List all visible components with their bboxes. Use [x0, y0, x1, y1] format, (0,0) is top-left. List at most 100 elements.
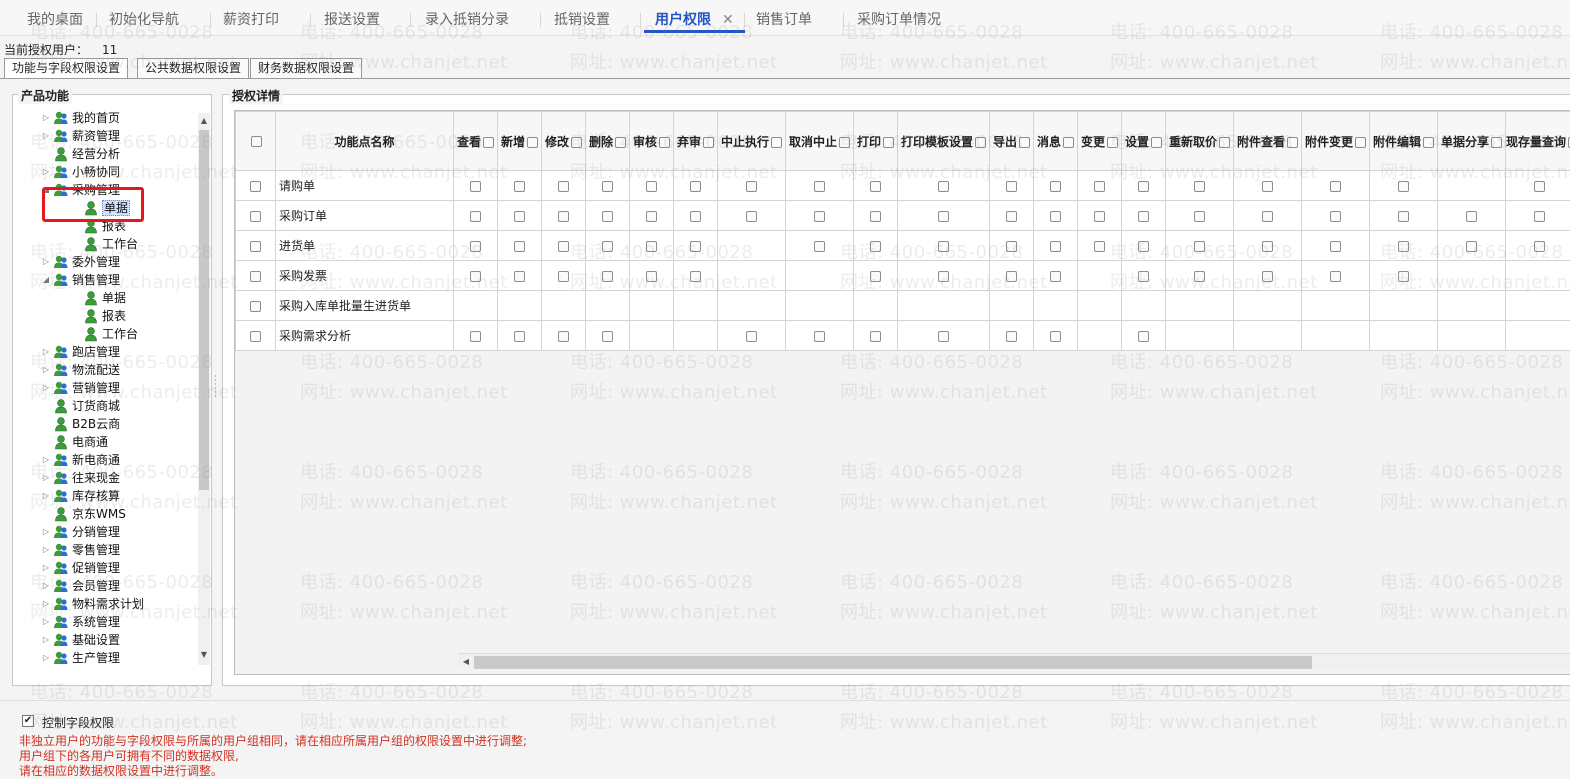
tree-node[interactable]: 报表 — [13, 307, 197, 325]
tab-offset-settings[interactable]: 抵销设置 — [554, 10, 610, 30]
tree-node[interactable]: ▷我的首页 — [13, 109, 197, 127]
permission-cell[interactable] — [586, 321, 630, 351]
permission-checkbox[interactable] — [1262, 241, 1273, 252]
permission-checkbox[interactable] — [870, 181, 881, 192]
tab-report-settings[interactable]: 报送设置 — [324, 10, 380, 30]
permission-cell[interactable] — [498, 231, 542, 261]
permission-checkbox[interactable] — [1050, 181, 1061, 192]
permission-cell[interactable] — [1234, 171, 1302, 201]
tree-node[interactable]: ▷物流配送 — [13, 361, 197, 379]
expand-arrow-icon[interactable]: ▷ — [41, 523, 51, 541]
tree-node[interactable]: ▷库存核算 — [13, 487, 197, 505]
permission-checkbox[interactable] — [746, 331, 757, 342]
column-select-checkbox[interactable] — [771, 137, 782, 148]
permission-cell[interactable] — [1034, 261, 1078, 291]
permission-checkbox[interactable] — [602, 271, 613, 282]
permission-checkbox[interactable] — [814, 211, 825, 222]
permission-checkbox[interactable] — [1006, 241, 1017, 252]
permission-cell[interactable] — [718, 321, 786, 351]
permission-checkbox[interactable] — [1330, 181, 1341, 192]
expand-arrow-icon[interactable]: ▷ — [41, 469, 51, 487]
permission-checkbox[interactable] — [470, 181, 481, 192]
permission-checkbox[interactable] — [558, 271, 569, 282]
permission-cell[interactable] — [630, 201, 674, 231]
tab-init-guide[interactable]: 初始化导航 — [109, 10, 179, 30]
permission-checkbox[interactable] — [1006, 181, 1017, 192]
tab-user-permissions[interactable]: 用户权限 — [655, 10, 711, 30]
tree-node[interactable]: 工作台 — [13, 325, 197, 343]
permission-checkbox[interactable] — [870, 241, 881, 252]
permission-checkbox[interactable] — [1398, 211, 1409, 222]
permission-cell[interactable] — [1370, 231, 1438, 261]
column-select-checkbox[interactable] — [703, 137, 714, 148]
permission-cell[interactable] — [586, 201, 630, 231]
permission-checkbox[interactable] — [1330, 211, 1341, 222]
permission-cell[interactable] — [718, 201, 786, 231]
permission-cell[interactable] — [1438, 231, 1506, 261]
tree-node[interactable]: ▷会员管理 — [13, 577, 197, 595]
permission-checkbox[interactable] — [514, 271, 525, 282]
permission-cell[interactable] — [586, 261, 630, 291]
permission-cell[interactable] — [990, 201, 1034, 231]
tree-node[interactable]: 电商通 — [13, 433, 197, 451]
column-select-checkbox[interactable] — [1287, 137, 1298, 148]
permission-checkbox[interactable] — [1534, 211, 1545, 222]
tab-enter-offset-entries[interactable]: 录入抵销分录 — [425, 10, 509, 30]
expand-arrow-icon[interactable]: ▷ — [41, 109, 51, 127]
column-select-checkbox[interactable] — [1491, 137, 1502, 148]
column-select-checkbox[interactable] — [1151, 137, 1162, 148]
permission-cell[interactable] — [990, 231, 1034, 261]
tree-node[interactable]: 工作台 — [13, 235, 197, 253]
permission-checkbox[interactable] — [938, 331, 949, 342]
permission-cell[interactable] — [674, 201, 718, 231]
tab-salary-print[interactable]: 薪资打印 — [223, 10, 279, 30]
expand-arrow-icon[interactable]: ▷ — [41, 487, 51, 505]
expand-arrow-icon[interactable]: ▷ — [41, 451, 51, 469]
permission-checkbox[interactable] — [470, 331, 481, 342]
permission-checkbox[interactable] — [690, 271, 701, 282]
permission-cell[interactable] — [1302, 201, 1370, 231]
permission-cell[interactable] — [542, 321, 586, 351]
permission-cell[interactable] — [898, 201, 990, 231]
tree-scroll-thumb[interactable] — [199, 130, 209, 490]
permission-cell[interactable] — [454, 321, 498, 351]
permission-checkbox[interactable] — [602, 241, 613, 252]
permission-cell[interactable] — [542, 261, 586, 291]
permission-checkbox[interactable] — [746, 181, 757, 192]
permission-cell[interactable] — [990, 261, 1034, 291]
permission-cell[interactable] — [674, 171, 718, 201]
row-select-checkbox[interactable] — [250, 301, 261, 312]
expand-arrow-icon[interactable]: ▷ — [41, 163, 51, 181]
column-select-checkbox[interactable] — [1423, 137, 1434, 148]
permission-cell[interactable] — [1122, 201, 1166, 231]
permission-checkbox[interactable] — [470, 271, 481, 282]
tree-node[interactable]: ▷物料需求计划 — [13, 595, 197, 613]
permission-checkbox[interactable] — [602, 331, 613, 342]
column-select-checkbox[interactable] — [615, 137, 626, 148]
tree-vertical-scrollbar[interactable]: ▲ ▼ — [198, 113, 210, 665]
expand-arrow-icon[interactable]: ▷ — [41, 253, 51, 271]
tree-node[interactable]: ▷营销管理 — [13, 379, 197, 397]
permission-checkbox[interactable] — [938, 241, 949, 252]
expand-arrow-icon[interactable]: ▷ — [41, 649, 51, 665]
permission-cell[interactable] — [1078, 231, 1122, 261]
permission-cell[interactable] — [718, 171, 786, 201]
tree-node[interactable]: ▷委外管理 — [13, 253, 197, 271]
permission-checkbox[interactable] — [1398, 181, 1409, 192]
permission-cell[interactable] — [1122, 231, 1166, 261]
row-select-checkbox[interactable] — [250, 331, 261, 342]
scroll-left-icon[interactable]: ◀ — [460, 656, 472, 668]
permission-cell[interactable] — [1302, 261, 1370, 291]
column-select-checkbox[interactable] — [1063, 137, 1074, 148]
permission-cell[interactable] — [1166, 171, 1234, 201]
tab-my-desktop[interactable]: 我的桌面 — [27, 10, 83, 30]
permission-checkbox[interactable] — [602, 211, 613, 222]
permission-cell[interactable] — [854, 261, 898, 291]
permission-checkbox[interactable] — [870, 331, 881, 342]
permission-checkbox[interactable] — [1050, 211, 1061, 222]
permission-checkbox[interactable] — [558, 241, 569, 252]
permission-cell[interactable] — [498, 171, 542, 201]
permission-cell[interactable] — [1234, 231, 1302, 261]
permission-checkbox[interactable] — [814, 181, 825, 192]
column-select-checkbox[interactable] — [571, 137, 582, 148]
